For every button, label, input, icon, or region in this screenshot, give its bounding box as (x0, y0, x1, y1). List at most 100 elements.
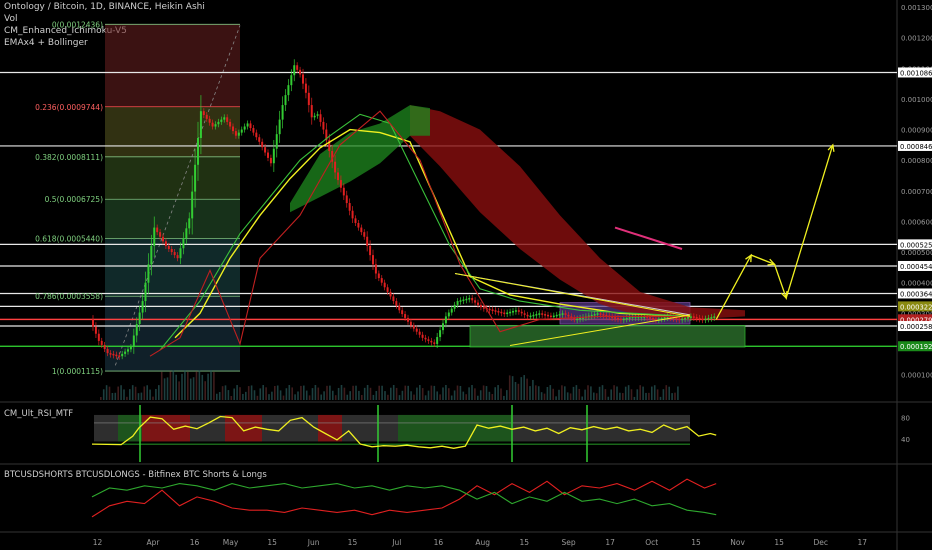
volume-bar (619, 392, 621, 400)
x-axis-tick: 15 (774, 538, 784, 547)
volume-bar (201, 374, 204, 400)
candle (103, 344, 106, 350)
candle (401, 310, 404, 315)
candle (622, 318, 625, 321)
volume-bar (317, 387, 320, 400)
volume-bar (445, 385, 447, 400)
candle (296, 65, 299, 70)
candle (240, 129, 243, 133)
volume-bar (378, 385, 380, 400)
volume-bar (561, 385, 563, 400)
candle (208, 118, 211, 123)
x-axis-tick: Jun (307, 538, 320, 547)
candle (284, 95, 287, 106)
volume-bar (123, 389, 125, 400)
volume-bar (305, 390, 308, 400)
candle (202, 111, 205, 116)
candle (232, 126, 234, 132)
volume-bar (363, 387, 366, 400)
candle (678, 318, 681, 321)
volume-bar (566, 392, 569, 400)
volume-bar (665, 385, 668, 400)
volume-bar (543, 393, 546, 400)
candle (334, 161, 337, 173)
fib-zone (105, 296, 240, 372)
candle (389, 291, 392, 297)
volume-bar (326, 385, 328, 400)
rsi-axis-tick: 40 (901, 436, 910, 444)
fib-zone (105, 156, 240, 200)
candle (474, 300, 477, 303)
volume-bar (477, 395, 479, 400)
rsi-overbought-zone (225, 414, 262, 442)
candle (687, 317, 689, 319)
candle (141, 301, 144, 313)
trading-chart[interactable]: 0(0.0012436) 0.236(0.0009744) 0.382(0.0008… (0, 0, 932, 550)
volume-bar (558, 389, 560, 400)
volume-bar (349, 391, 351, 400)
candle (692, 316, 695, 318)
volume-bar (511, 376, 514, 400)
volume-bar (369, 387, 372, 400)
price-axis-tick: 0.0004000 (901, 280, 932, 288)
volume-bar (552, 388, 554, 400)
candle (529, 315, 532, 318)
candle (567, 314, 570, 317)
price-label: 0.0005251 (900, 241, 932, 249)
rsi-axis-tick: 80 (901, 415, 910, 423)
candle (258, 137, 261, 142)
volume-bar (285, 388, 288, 400)
volume-bar (401, 390, 404, 400)
volume-bar (677, 386, 679, 400)
candle (509, 311, 512, 314)
candle (197, 137, 199, 165)
volume-bar (439, 394, 441, 400)
candle (517, 310, 520, 312)
candle (129, 347, 132, 350)
candle (109, 353, 112, 355)
volume-bar (181, 373, 183, 400)
volume-bar (656, 389, 659, 400)
volume-bar (651, 386, 653, 400)
candle (351, 210, 354, 219)
volume-bar (485, 386, 488, 400)
candle (92, 319, 94, 327)
x-axis-tick: Jul (391, 538, 401, 547)
x-axis-tick: Aug (475, 538, 490, 547)
volume-bar (436, 391, 438, 400)
volume-bar (366, 385, 369, 400)
volume-bar (204, 381, 206, 400)
volume-bar (572, 386, 575, 400)
candle (211, 122, 214, 127)
candle (94, 326, 97, 334)
candle (590, 314, 593, 317)
x-axis-tick: Apr (146, 538, 160, 547)
volume-bar (195, 371, 198, 400)
candle (462, 299, 465, 302)
volume-bar (303, 385, 305, 400)
volume-bar (178, 381, 180, 400)
volume-bar (221, 386, 224, 400)
candle (162, 236, 164, 242)
candle (383, 282, 386, 288)
volume-bar (416, 387, 418, 400)
volume-bar (546, 386, 549, 400)
volume-bar (636, 389, 639, 400)
volume-bar (149, 389, 151, 400)
candle (710, 317, 713, 319)
volume-bar (578, 388, 581, 400)
volume-bar (239, 387, 241, 400)
volume-bar (575, 385, 578, 400)
candle (293, 65, 296, 76)
volume-bar (343, 387, 346, 400)
volume-bar (532, 379, 534, 400)
volume-bar (593, 392, 595, 400)
candle (127, 349, 129, 352)
candle (304, 83, 307, 93)
candle (477, 302, 479, 305)
candle (214, 124, 217, 127)
candle (261, 141, 264, 148)
candle (188, 218, 191, 229)
volume-bar (604, 389, 607, 400)
candle (115, 354, 118, 357)
